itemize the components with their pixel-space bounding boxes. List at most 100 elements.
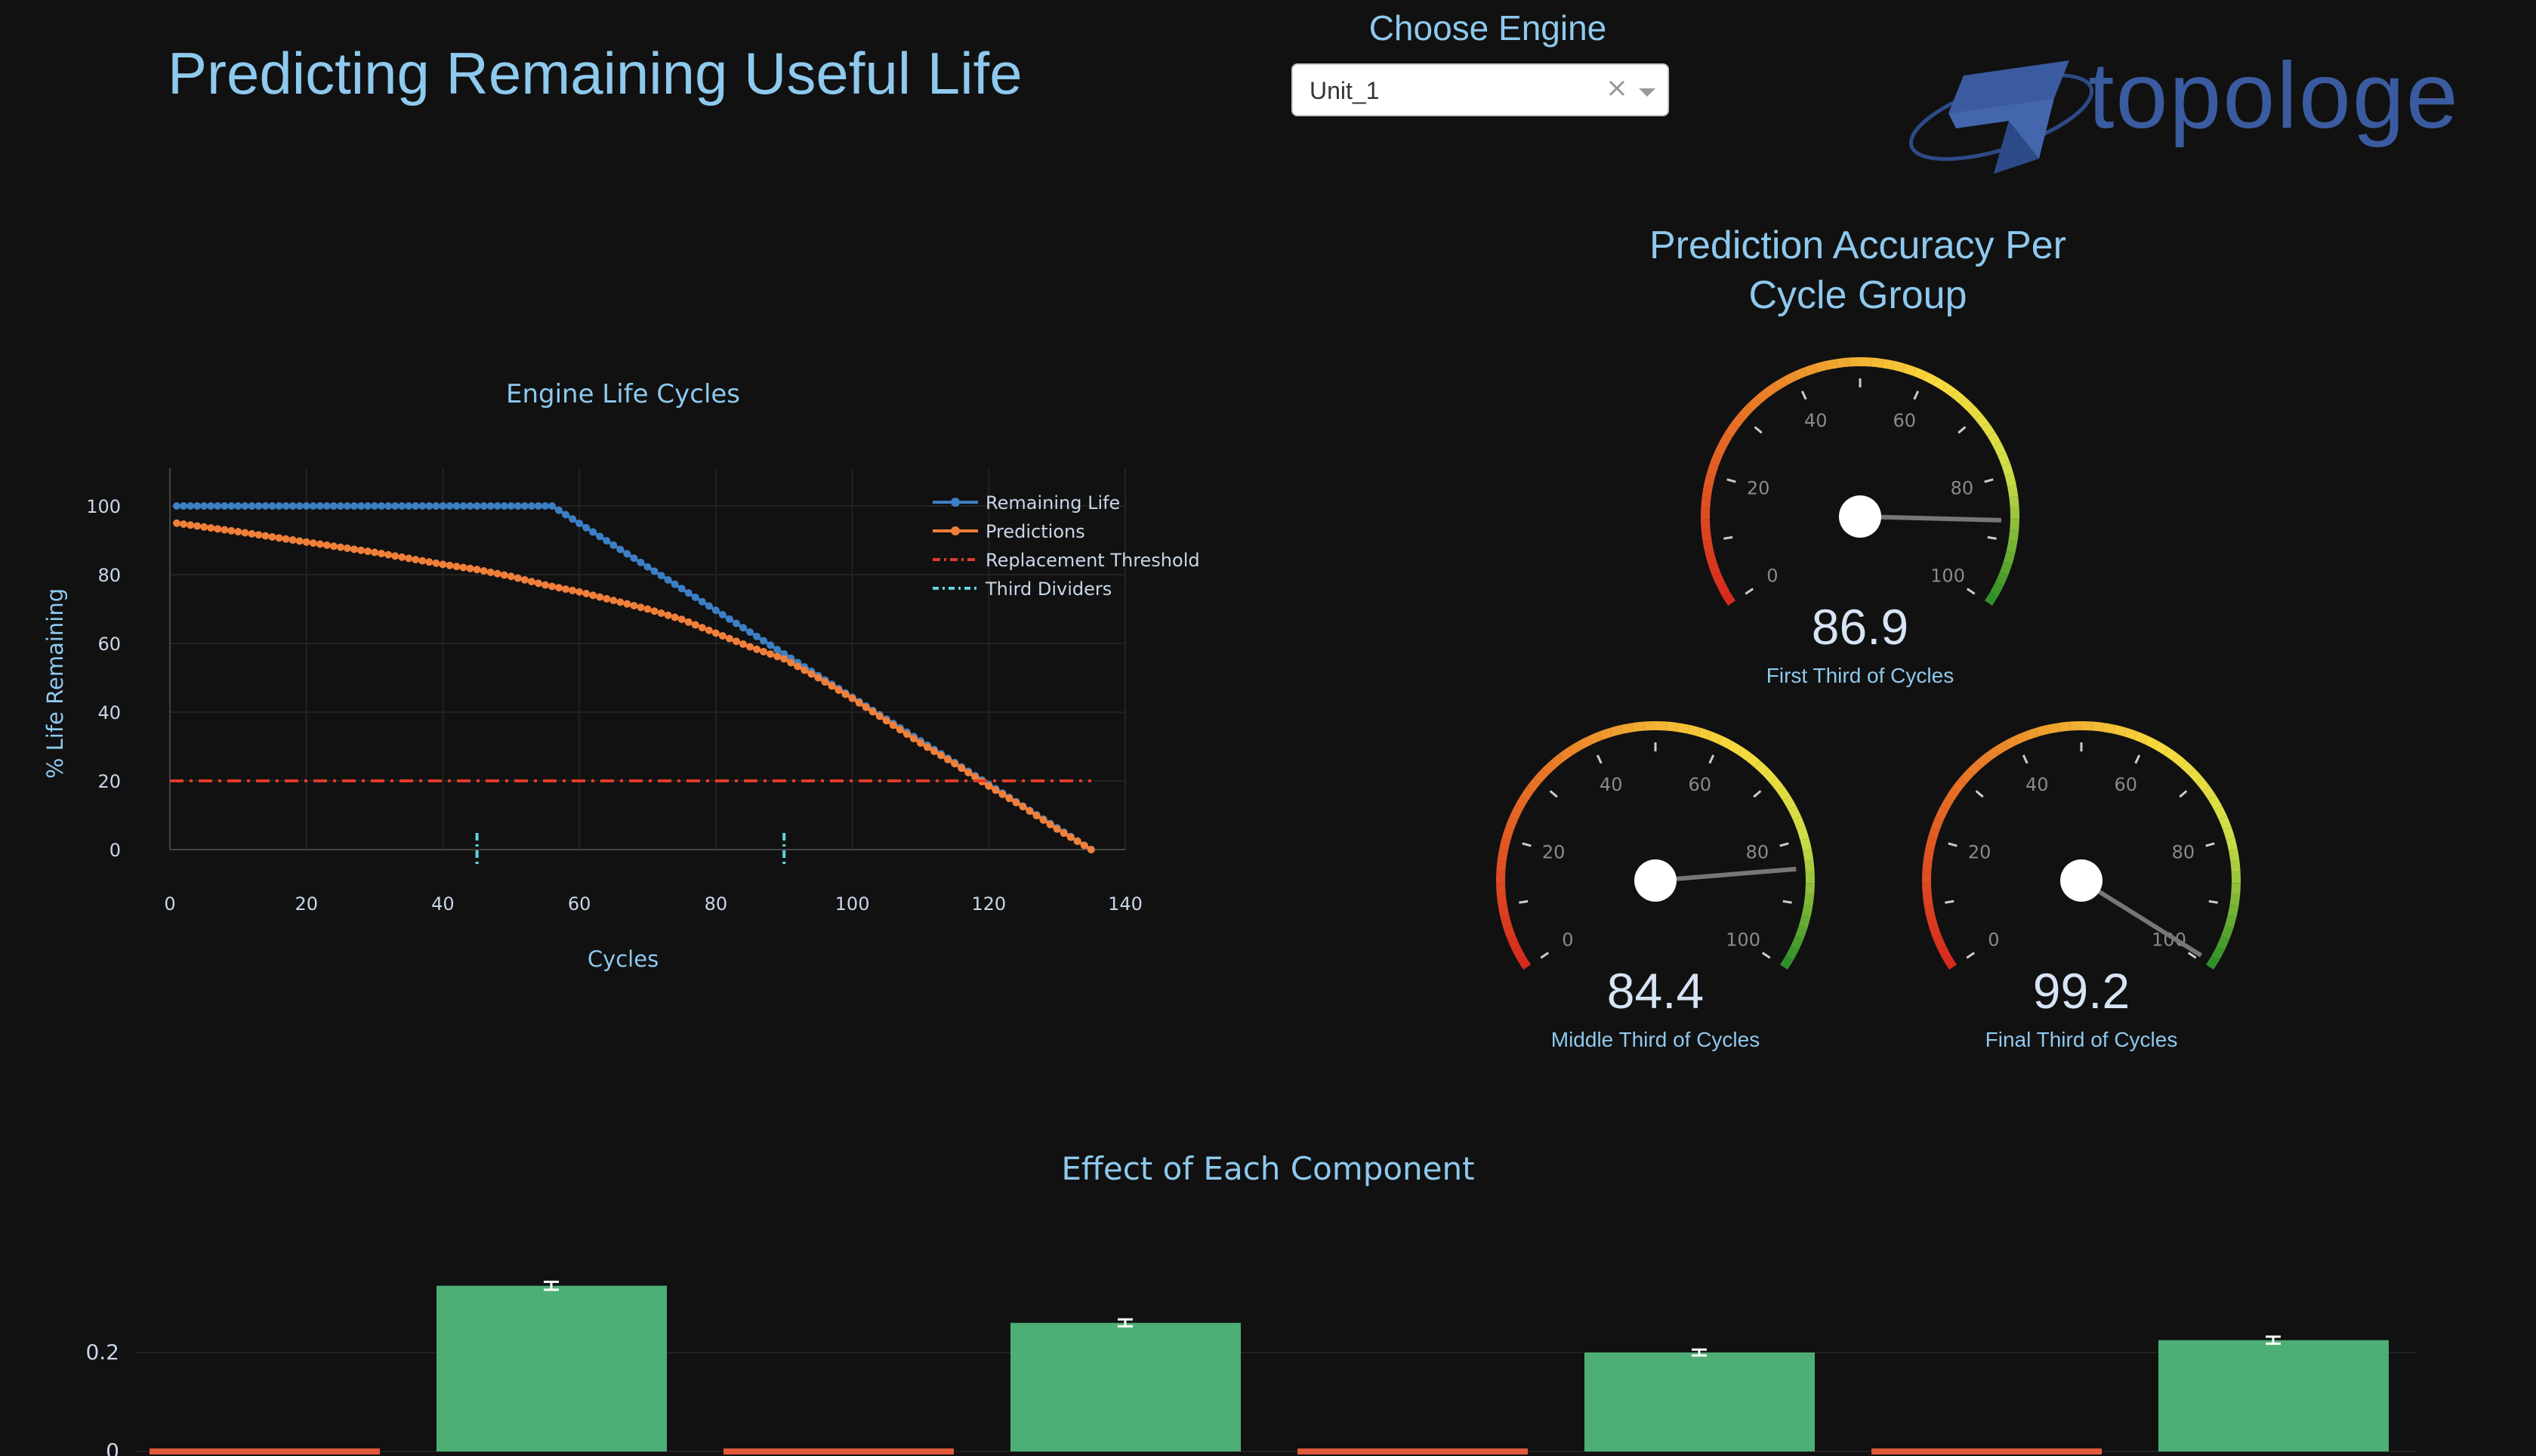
series-marker — [637, 603, 645, 612]
bar — [1584, 1353, 1815, 1451]
series-marker — [1066, 833, 1075, 841]
series-marker — [548, 582, 556, 591]
series-marker — [384, 551, 393, 559]
chevron-down-icon[interactable] — [1639, 88, 1655, 97]
gauge-arc-segment — [1541, 760, 1556, 776]
series-marker — [773, 652, 782, 661]
series-marker — [760, 647, 768, 656]
series-marker — [322, 541, 331, 549]
gauge-arc-segment — [1974, 413, 1989, 428]
gauge-arc-segment — [2103, 723, 2116, 734]
gauge-value: 84.4 — [1606, 963, 1705, 1019]
clear-icon[interactable]: × — [1606, 72, 1628, 103]
engine-dropdown[interactable]: Unit_1 × — [1291, 63, 1669, 116]
series-marker — [295, 502, 304, 510]
series-marker — [446, 561, 454, 569]
gauge-arc-segment — [2004, 736, 2019, 749]
series-marker — [691, 621, 699, 629]
gauge-arc-segment — [2218, 816, 2232, 830]
gauge-tick — [1745, 588, 1754, 595]
gauge-arc-segment — [1621, 723, 1634, 734]
series-marker — [1026, 807, 1034, 816]
series-marker — [589, 528, 597, 536]
series-marker — [357, 502, 365, 510]
y-tick-label: 20 — [97, 771, 121, 792]
series-marker — [200, 523, 208, 531]
y-tick-label: 40 — [97, 702, 121, 723]
series-marker — [767, 641, 775, 649]
series-marker — [889, 721, 897, 730]
series-marker — [187, 502, 195, 510]
series-marker — [711, 606, 720, 615]
gauge-arc-segment — [2208, 795, 2223, 810]
gauge-arc-segment — [1701, 496, 1711, 508]
gauge-arc-segment — [1933, 377, 1948, 391]
gauge-tick-label: 0 — [1766, 565, 1778, 586]
gauge-arc-segment — [1772, 377, 1788, 391]
gauge-arc-segment — [2003, 551, 2016, 565]
series-marker — [378, 502, 386, 510]
series-marker — [486, 568, 495, 576]
series-marker — [555, 506, 563, 514]
series-marker — [630, 601, 638, 609]
gauge-arc-segment — [2092, 721, 2105, 733]
gauge-tick-label: 0 — [1988, 929, 1999, 950]
series-marker — [336, 502, 344, 510]
legend-item: Replacement Threshold — [986, 550, 1200, 571]
gauge-tick — [2022, 754, 2028, 764]
y-axis-label: % Life Remaining — [42, 588, 68, 779]
series-marker — [909, 735, 918, 743]
series-marker — [446, 502, 454, 510]
gauge-tick-label: 20 — [1968, 841, 1991, 862]
series-marker — [432, 559, 440, 567]
series-marker — [623, 550, 631, 558]
series-marker — [609, 597, 618, 605]
series-marker — [316, 502, 324, 510]
gauge-arc-segment — [1923, 372, 1938, 385]
gauge-arc-segment — [1708, 731, 1723, 745]
gauge-arc-segment — [1511, 945, 1526, 961]
series-marker — [569, 515, 577, 523]
gauge-arc-segment — [1933, 936, 1946, 950]
series-marker — [364, 548, 372, 556]
series-marker — [275, 502, 283, 510]
series-marker — [527, 578, 535, 586]
series-marker — [398, 502, 406, 510]
series-marker — [684, 618, 693, 626]
gauge-arc-segment — [1599, 727, 1613, 740]
series-marker — [828, 682, 836, 690]
series-marker — [643, 563, 652, 571]
gauge-arc-segment — [1936, 805, 1949, 820]
gauge-arc-segment — [1994, 741, 2009, 755]
series-marker — [814, 674, 822, 682]
gauge-arc-segment — [1927, 826, 1940, 841]
gauge-arc-segment — [1793, 367, 1807, 381]
gauge-arc-segment — [1803, 363, 1818, 376]
gauge-arc-segment — [2058, 721, 2071, 733]
series-marker — [288, 536, 297, 544]
series-marker — [405, 502, 413, 510]
y-tick-label: 0 — [110, 840, 121, 861]
series-marker — [746, 643, 754, 651]
series-marker — [1012, 798, 1020, 807]
series-marker — [1046, 820, 1054, 828]
gauge-arc-segment — [1795, 925, 1808, 939]
bar-negative — [150, 1448, 380, 1454]
series-marker — [753, 632, 761, 640]
gauge-tick-label: 40 — [1600, 774, 1623, 795]
gauge-tick — [2205, 842, 2215, 847]
series-marker — [794, 662, 802, 671]
gauge-arc-segment — [1716, 581, 1730, 597]
gauge-arc-segment — [2229, 849, 2240, 862]
gauge-arc-segment — [2007, 485, 2019, 498]
gauge-arc-segment — [2205, 955, 2220, 970]
series-marker — [630, 554, 638, 563]
gauge-arc-segment — [1722, 591, 1736, 606]
series-marker — [520, 502, 529, 510]
gauge-arc-segment — [1960, 769, 1975, 784]
series-marker — [725, 615, 733, 623]
series-marker — [807, 670, 816, 678]
gauge-arc-segment — [1925, 838, 1937, 851]
gauge-arc-segment — [1924, 904, 1936, 918]
gauge-tick-label: 60 — [1688, 774, 1711, 795]
